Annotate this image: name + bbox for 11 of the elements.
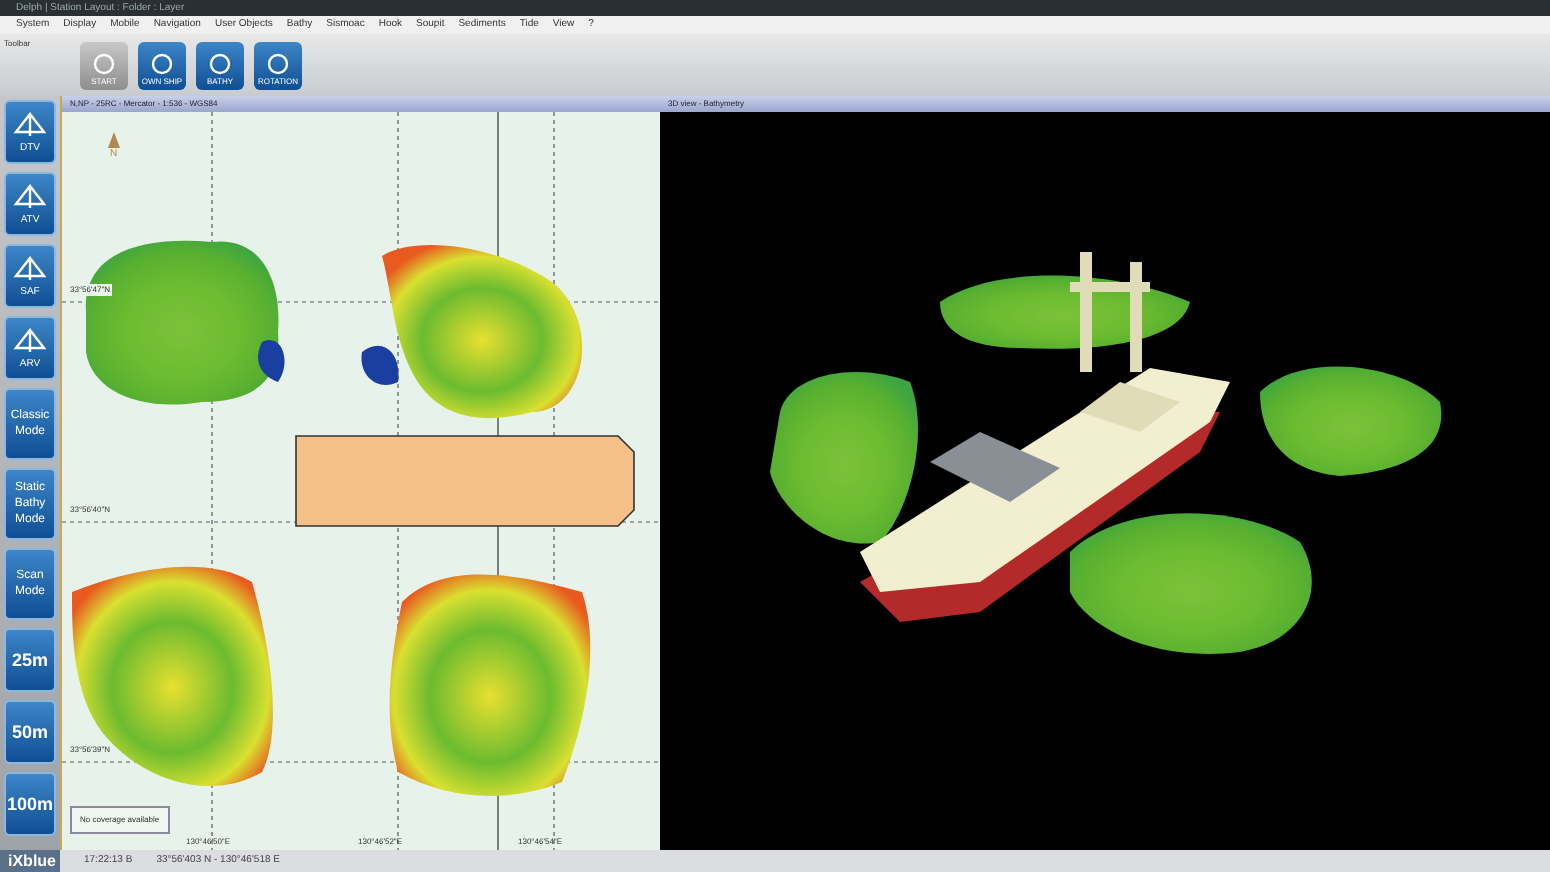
vehicle-icon [12,252,48,284]
brand-logo: iXblue [0,850,60,872]
north-arrow-icon [108,132,120,148]
range-button[interactable]: 25m [4,628,56,692]
vehicle-icon [12,108,48,140]
vehicle-icon [12,324,48,356]
range-button[interactable]: 100m [4,772,56,836]
hole-patch [258,340,399,385]
vehicle-icon [12,180,48,212]
range-button[interactable]: 50m [4,700,56,764]
power-icon [90,51,118,75]
